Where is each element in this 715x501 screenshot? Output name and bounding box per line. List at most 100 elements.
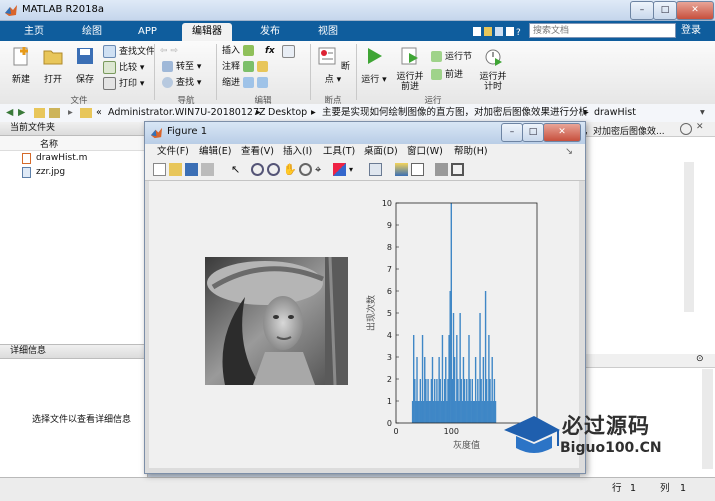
find-files-icon [103,45,116,58]
up-folder-icon[interactable] [34,108,45,118]
rotate-icon[interactable] [299,163,312,176]
current-folder-panel: 当前文件夹 名称 drawHist.m zzr.jpg 详细信息 选择文件以查看… [0,122,148,477]
brush-dropdown-icon[interactable]: ▾ [349,163,362,176]
menu-dock-icon[interactable]: ↘ [565,144,573,160]
new-figure-icon[interactable] [153,163,166,176]
minimize-button[interactable]: – [630,1,654,20]
tab-editor[interactable]: 编辑器 [182,23,232,41]
file-name: zzr.jpg [36,167,66,177]
colorbar-icon[interactable] [395,163,408,176]
tab-plots[interactable]: 绘图 [72,23,112,41]
menu-help[interactable]: 帮助(H) [454,144,488,160]
figure-title: Figure 1 [167,126,208,137]
y-tick-label: 6 [387,287,392,296]
figure-maximize-button[interactable]: □ [522,123,544,142]
menu-file[interactable]: 文件(F) [157,144,189,160]
details-header: 详细信息 [0,344,147,359]
path-segment-desktop[interactable]: Desktop [268,104,307,122]
find-files-button[interactable]: 查找文件 [103,45,155,58]
advance-icon [431,69,442,80]
brush-icon[interactable] [333,163,346,176]
comment-icon [242,61,254,72]
quick-access-toolbar[interactable]: ? [472,25,524,38]
editor-header-text: ，对加密后图像效... [584,127,665,137]
figure-title-bar[interactable]: Figure 1 – □ ✕ [145,122,585,144]
path-dropdown-icon[interactable]: ▾ [700,104,705,122]
maximize-button[interactable]: □ [653,1,677,20]
run-advance-button[interactable]: 运行并前进 [392,45,428,92]
insert-button[interactable]: 插入 [222,45,257,58]
link-plot-icon[interactable] [369,163,382,176]
close-button[interactable]: ✕ [676,1,714,20]
menu-edit[interactable]: 编辑(E) [199,144,231,160]
run-button[interactable]: 运行 ▾ [360,45,388,85]
insert-label: 插入 [222,46,241,56]
zoom-in-icon[interactable] [251,163,264,176]
data-cursor-icon[interactable]: ⌖ [315,163,328,176]
forward-arrow-icon[interactable]: ▶ [18,104,25,122]
scrollbar[interactable] [684,162,694,312]
menu-desktop[interactable]: 桌面(D) [364,144,398,160]
path-segment-user[interactable]: Administrator.WIN7U-20180127Z [108,104,266,122]
print-figure-icon[interactable] [201,163,214,176]
fx-button[interactable]: fx [265,45,275,58]
find-button[interactable]: 查找 ▾ [162,77,201,90]
menu-insert[interactable]: 插入(I) [283,144,312,160]
legend-icon[interactable] [411,163,424,176]
zoom-out-icon[interactable] [267,163,280,176]
path-segment-drawhist[interactable]: drawHist [594,104,636,122]
tab-apps[interactable]: APP [128,23,167,41]
run-time-label: 运行并计时 [479,72,507,92]
hide-tools-icon[interactable] [435,163,448,176]
run-section-button[interactable]: 运行节 [431,51,472,64]
tab-publish[interactable]: 发布 [250,23,290,41]
path-separator: ▸ [256,107,261,118]
menu-window[interactable]: 窗口(W) [407,144,443,160]
file-name: drawHist.m [36,153,88,163]
new-button[interactable]: 新建 [6,45,36,85]
goto-button[interactable]: 转至 ▾ [162,61,201,74]
y-tick-label: 4 [387,331,392,340]
y-tick-label: 2 [387,375,392,384]
ribbon-separator [310,44,311,100]
open-button[interactable]: 打开 [38,45,68,85]
matlab-logo-icon [5,5,17,16]
run-time-button[interactable]: 运行并计时 [478,45,508,92]
status-bar: 行 1 列 1 [0,477,715,501]
compare-button[interactable]: 比较 ▾ [103,61,144,74]
options-icon[interactable] [680,123,692,135]
close-panel-icon[interactable]: ✕ [696,122,704,132]
column-value: 1 [680,483,687,494]
pointer-icon[interactable]: ↖ [231,163,244,176]
menu-view[interactable]: 查看(V) [241,144,274,160]
tab-home[interactable]: 主页 [14,23,54,41]
menu-tools[interactable]: 工具(T) [323,144,355,160]
path-segment-project[interactable]: 主要是实现如何绘制图像的直方图，对加密后图像效果进行分析 [322,104,588,122]
save-button[interactable]: 保存 [70,45,100,85]
show-tools-icon[interactable] [451,163,464,176]
print-button[interactable]: 打印 ▾ [103,77,144,90]
run-label: 运行 [361,75,380,85]
x-tick-label: 100 [444,427,459,436]
options-icon[interactable]: ⊙ [696,354,704,364]
indent-button[interactable]: 缩进 [222,77,271,90]
open-file-icon[interactable] [169,163,182,176]
file-list-header[interactable]: 名称 [0,136,147,151]
figure-close-button[interactable]: ✕ [543,123,581,142]
tab-view[interactable]: 视图 [308,23,348,41]
comment-button[interactable]: 注释 [222,61,271,74]
pan-icon[interactable]: ✋ [283,163,297,176]
edit-extra-button[interactable] [282,45,298,58]
browse-folder-icon[interactable] [49,108,60,118]
advance-button[interactable]: 前进 [431,69,463,82]
save-figure-icon[interactable] [185,163,198,176]
breakpoints-button[interactable]: 断点 ▾ [316,45,350,85]
title-bar: MATLAB R2018a – □ ✕ [0,0,715,21]
back-arrow-icon[interactable]: ◀ [6,104,13,122]
login-button[interactable]: 登录 [681,23,711,38]
x-tick-label: 0 [393,427,398,436]
search-input[interactable] [529,23,676,38]
graduation-cap-icon [504,416,560,453]
figure-minimize-button[interactable]: – [501,123,523,142]
grayscale-photo [205,257,348,385]
